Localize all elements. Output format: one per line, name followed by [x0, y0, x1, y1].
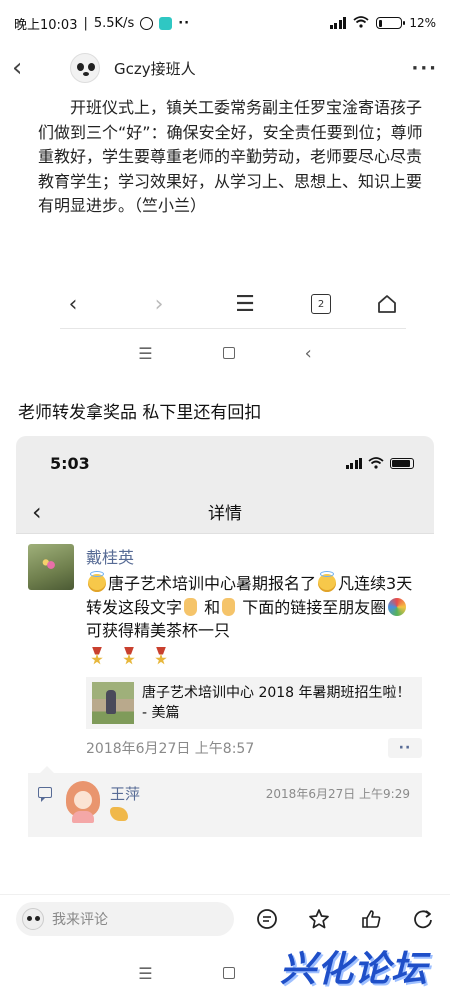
- share-icon[interactable]: [408, 904, 438, 934]
- signal-icon: [329, 17, 347, 29]
- wifi-icon: [353, 15, 369, 31]
- network-speed: 5.5K/s: [93, 15, 135, 31]
- back-icon[interactable]: ‹: [12, 55, 40, 81]
- commenter-name: 王萍: [110, 784, 141, 803]
- comments-icon[interactable]: [252, 904, 282, 934]
- home-icon[interactable]: [377, 294, 397, 314]
- browser-menu-icon[interactable]: ☰: [225, 292, 265, 317]
- status-right: 12%: [329, 15, 436, 31]
- commenter-avatar: [66, 780, 100, 823]
- article-paragraph: 开班仪式上，镇关工委常务副主任罗宝淦寄语孩子们做到三个“好”：确保安全好，安全责…: [38, 98, 423, 215]
- phone-time: 5:03: [50, 453, 90, 473]
- shared-link-card: 唐子艺术培训中心 2018 年暑期班招生啦！ - 美篇: [86, 676, 422, 729]
- post-text: 唐子艺术培训中心暑期报名了 凡连续3天转发这段文字 和 下面的链接至朋友圈 可获得…: [86, 571, 422, 643]
- pointing-down-emoji-icon: [222, 597, 236, 616]
- hands-emoji-icon: [110, 806, 128, 821]
- post-author-name: 戴桂英: [86, 548, 135, 567]
- recent-apps-icon[interactable]: ☰: [138, 344, 152, 363]
- phone-status-bar: 5:03: [16, 436, 434, 490]
- comment-section: 王萍 2018年6月27日 上午9:29: [28, 765, 422, 837]
- status-time: 晚上10:03: [14, 17, 78, 33]
- phone-back-icon: ‹: [32, 497, 42, 526]
- like-thumb-icon[interactable]: [356, 904, 386, 934]
- headline: 老师转发拿奖品 私下里还有回扣: [18, 403, 262, 423]
- angel-emoji-icon: [88, 571, 106, 592]
- home-button-icon[interactable]: [222, 967, 235, 979]
- article-body: 开班仪式上，镇关工委常务副主任罗宝淦寄语孩子们做到三个“好”：确保安全好，安全责…: [38, 96, 430, 219]
- more-icon[interactable]: ···: [411, 58, 438, 79]
- medal-emoji-icon: [154, 647, 168, 667]
- post-text-part: 和: [204, 597, 221, 617]
- phone-wifi-icon: [368, 454, 384, 473]
- moments-post: 戴桂英 唐子艺术培训中心暑期报名了 凡连续3天转发这段文字 和 下面的链接至朋友圈…: [16, 534, 434, 837]
- status-separator: |: [83, 15, 88, 31]
- favorite-star-icon[interactable]: [304, 904, 334, 934]
- medal-emoji-icon: [90, 647, 104, 667]
- avatar[interactable]: [70, 53, 100, 83]
- system-nav-bar: ☰ ‹: [0, 338, 450, 368]
- browser-back-icon[interactable]: ‹: [53, 292, 93, 317]
- medal-emoji-icon: [122, 647, 136, 667]
- browser-forward-icon[interactable]: ›: [139, 292, 179, 317]
- post-timestamp: 2018年6月27日 上午8:57: [86, 740, 255, 757]
- phone-battery-icon: [390, 457, 414, 469]
- status-left: 晚上10:03 | 5.5K/s ··: [14, 14, 190, 33]
- medal-emoji-row: [86, 645, 422, 669]
- post-text-part: 可获得精美茶杯一只: [86, 621, 231, 640]
- home-button-icon[interactable]: [222, 347, 235, 359]
- app-notification-icon: [159, 16, 173, 30]
- phone-header: ‹ 详情: [16, 490, 434, 534]
- post-body: 戴桂英 唐子艺术培训中心暑期报名了 凡连续3天转发这段文字 和 下面的链接至朋友圈…: [86, 544, 422, 759]
- post-meta: 2018年6月27日 上午8:57 ··: [86, 737, 422, 759]
- pointing-up-emoji-icon: [184, 597, 198, 616]
- action-icons: [252, 904, 438, 934]
- phone-status-icons: [345, 454, 414, 473]
- phone-header-title: 详情: [208, 504, 242, 524]
- battery-percent: 12%: [409, 16, 436, 30]
- alarm-icon: [140, 16, 154, 30]
- page-title[interactable]: Gczy接班人: [114, 58, 196, 79]
- comment-bar: 我来评论: [0, 894, 450, 942]
- embedded-screenshot: 5:03 ‹ 详情 戴桂英 唐子艺术培训中心暑期报名了 凡连续3天转发这段文字 和…: [16, 436, 434, 886]
- tabs-button[interactable]: 2: [311, 294, 331, 314]
- comment-placeholder: 我来评论: [52, 911, 108, 928]
- comment-timestamp: 2018年6月27日 上午9:29: [265, 786, 410, 801]
- site-watermark: 兴化论坛: [280, 949, 429, 990]
- browser-toolbar: ‹ › ☰ 2: [0, 285, 450, 323]
- post-actions-icon: ··: [388, 737, 422, 758]
- post-text-part: 下面的链接至朋友圈: [242, 597, 387, 617]
- phone-signal-icon: [345, 457, 362, 469]
- user-avatar: [22, 907, 44, 930]
- more-notifications-icon: ··: [178, 15, 191, 31]
- divider: [60, 328, 406, 329]
- battery-icon: [376, 17, 406, 29]
- system-back-icon[interactable]: ‹: [305, 343, 312, 364]
- lollipop-emoji-icon: [388, 597, 407, 616]
- angel-emoji-icon: [318, 571, 337, 592]
- link-title: 唐子艺术培训中心 2018 年暑期班招生啦！ - 美篇: [142, 684, 411, 721]
- comment-icon: [38, 786, 52, 802]
- post-text-part: 唐子艺术培训中心暑期报名了: [108, 574, 317, 593]
- comment-input[interactable]: 我来评论: [16, 901, 234, 936]
- recent-apps-icon[interactable]: ☰: [138, 964, 152, 983]
- status-bar: 晚上10:03 | 5.5K/s ·· 12%: [0, 0, 450, 46]
- app-bar: ‹ Gczy接班人 ···: [0, 46, 450, 90]
- post-author-avatar: [28, 544, 74, 590]
- link-thumbnail: [92, 681, 134, 724]
